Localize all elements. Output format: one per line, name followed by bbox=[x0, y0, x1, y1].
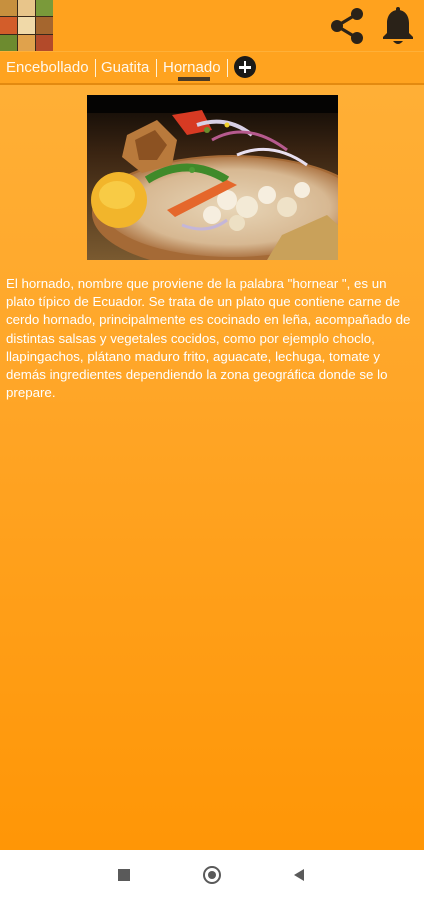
tab-divider bbox=[227, 59, 228, 77]
app-screen: Encebollado Guatita Hornado El hornado, … bbox=[0, 0, 424, 850]
top-app-bar bbox=[0, 0, 424, 51]
food-collage-icon bbox=[0, 0, 53, 51]
dish-description: El hornado, nombre que proviene de la pa… bbox=[6, 276, 411, 401]
share-icon[interactable] bbox=[327, 6, 367, 46]
tab-bar: Encebollado Guatita Hornado bbox=[0, 52, 424, 85]
tab-encebollado[interactable]: Encebollado bbox=[6, 52, 89, 83]
circle-icon[interactable] bbox=[203, 866, 221, 884]
selected-tab-indicator bbox=[178, 77, 210, 81]
square-icon[interactable] bbox=[118, 869, 130, 881]
bell-icon[interactable] bbox=[380, 6, 416, 46]
tab-guatita[interactable]: Guatita bbox=[101, 52, 149, 83]
tab-divider bbox=[95, 59, 96, 77]
plus-circle-icon[interactable] bbox=[234, 56, 256, 78]
food-image bbox=[87, 95, 338, 260]
tab-divider bbox=[156, 59, 157, 77]
back-triangle-icon[interactable] bbox=[292, 868, 306, 882]
